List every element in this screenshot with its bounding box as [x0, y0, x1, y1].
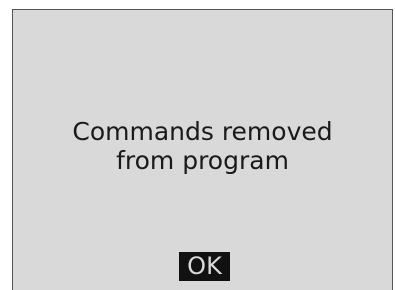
dialog-message: Commands removed from program — [13, 117, 392, 175]
display-screen: Commands removed from program OK — [12, 9, 393, 290]
message-line-1: Commands removed — [72, 117, 333, 146]
message-line-2: from program — [116, 146, 289, 175]
ok-button[interactable]: OK — [179, 252, 230, 281]
